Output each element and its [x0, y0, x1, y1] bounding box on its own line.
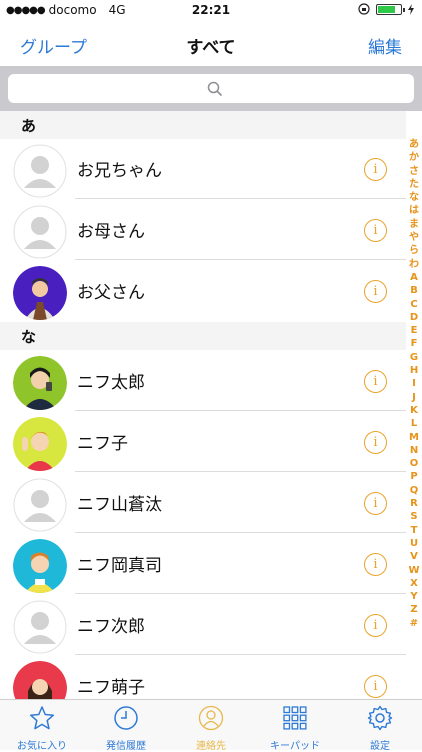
- search-bar: [0, 66, 422, 111]
- tab-bar: お気に入り 発信履歴 連絡先 キーパッド 設定: [0, 699, 422, 752]
- index-letter[interactable]: L: [411, 417, 417, 430]
- contact-name: ニフ太郎: [77, 373, 145, 393]
- contact-name: ニフ子: [77, 434, 128, 454]
- edit-button[interactable]: 編集: [368, 33, 402, 58]
- contact-name: ニフ山蒼汰: [77, 495, 162, 515]
- tab-contacts[interactable]: 連絡先: [169, 700, 253, 752]
- contact-name: お母さん: [77, 222, 145, 242]
- index-letter[interactable]: O: [410, 457, 419, 470]
- index-letter[interactable]: や: [409, 231, 419, 244]
- gear-icon: [367, 705, 393, 731]
- status-right: [358, 3, 414, 15]
- person-icon: [198, 705, 224, 731]
- index-letter[interactable]: J: [412, 391, 416, 404]
- info-icon[interactable]: i: [364, 553, 387, 576]
- index-letter[interactable]: は: [409, 204, 419, 217]
- index-letter[interactable]: R: [410, 497, 418, 510]
- rotation-lock-icon: [358, 3, 370, 15]
- info-icon[interactable]: i: [364, 280, 387, 303]
- search-input[interactable]: [8, 74, 414, 103]
- index-letter[interactable]: N: [410, 444, 418, 457]
- info-icon[interactable]: i: [364, 614, 387, 637]
- info-icon[interactable]: i: [364, 431, 387, 454]
- contact-name: ニフ次郎: [77, 617, 145, 637]
- index-letter[interactable]: Z: [410, 603, 417, 616]
- contact-row[interactable]: お父さん i: [0, 260, 406, 321]
- avatar: [13, 144, 67, 198]
- navigation-bar: グループ すべて 編集: [0, 20, 422, 66]
- star-icon: [29, 706, 55, 730]
- index-letter[interactable]: K: [410, 404, 418, 417]
- tab-favorites[interactable]: お気に入り: [0, 700, 84, 752]
- index-letter[interactable]: P: [410, 470, 417, 483]
- avatar: [13, 266, 67, 320]
- section-header: な: [0, 322, 406, 350]
- index-letter[interactable]: U: [410, 537, 418, 550]
- avatar: [13, 205, 67, 259]
- info-icon[interactable]: i: [364, 370, 387, 393]
- clock-icon: [114, 706, 138, 730]
- index-letter[interactable]: ま: [409, 218, 419, 231]
- index-letter[interactable]: た: [409, 178, 419, 191]
- contact-row[interactable]: ニフ岡真司 i: [0, 533, 406, 594]
- info-icon[interactable]: i: [364, 492, 387, 515]
- section-header: あ: [0, 111, 406, 139]
- index-letter[interactable]: H: [410, 364, 418, 377]
- index-letter[interactable]: B: [410, 284, 418, 297]
- index-letter[interactable]: A: [410, 271, 418, 284]
- info-icon[interactable]: i: [364, 675, 387, 698]
- index-letter[interactable]: T: [411, 524, 418, 537]
- contact-name: お父さん: [77, 283, 145, 303]
- index-letter[interactable]: C: [410, 298, 417, 311]
- keypad-icon: [283, 706, 307, 730]
- tab-recents[interactable]: 発信履歴: [84, 700, 168, 752]
- index-letter[interactable]: Y: [410, 590, 417, 603]
- index-letter[interactable]: M: [409, 431, 419, 444]
- index-letter[interactable]: E: [411, 324, 418, 337]
- index-letter[interactable]: F: [411, 337, 418, 350]
- search-icon: [207, 81, 223, 97]
- index-letter[interactable]: Q: [410, 484, 419, 497]
- avatar: [13, 478, 67, 532]
- index-letter[interactable]: #: [410, 617, 418, 630]
- charging-icon: [408, 3, 414, 15]
- index-letter[interactable]: か: [409, 151, 419, 164]
- page-title: すべて: [186, 38, 236, 58]
- battery-icon: [376, 3, 405, 15]
- index-letter[interactable]: W: [408, 564, 419, 577]
- index-letter[interactable]: さ: [409, 165, 419, 178]
- section-index[interactable]: あかさたなはまやらわ A B C D E F G H I J K L M N O P Q R S T U V W X Y Z #: [406, 138, 422, 630]
- contact-row[interactable]: ニフ太郎 i: [0, 350, 406, 411]
- status-bar: ●●●●● docomo 4G 22:21: [0, 0, 422, 20]
- info-icon[interactable]: i: [364, 219, 387, 242]
- index-letter[interactable]: V: [410, 550, 418, 563]
- avatar: [13, 417, 67, 471]
- index-letter[interactable]: あ: [409, 138, 419, 151]
- contact-name: お兄ちゃん: [77, 161, 162, 181]
- tab-keypad[interactable]: キーパッド: [253, 700, 337, 752]
- contact-row[interactable]: ニフ子 i: [0, 411, 406, 472]
- index-letter[interactable]: S: [410, 510, 417, 523]
- avatar: [13, 356, 67, 410]
- contact-name: ニフ萌子: [77, 678, 145, 698]
- index-letter[interactable]: G: [410, 351, 418, 364]
- index-letter[interactable]: D: [410, 311, 418, 324]
- contact-row[interactable]: お母さん i: [0, 199, 406, 260]
- info-icon[interactable]: i: [364, 158, 387, 181]
- avatar: [13, 539, 67, 593]
- index-letter[interactable]: I: [412, 377, 416, 390]
- tab-settings[interactable]: 設定: [338, 700, 422, 752]
- index-letter[interactable]: ら: [409, 244, 419, 257]
- contact-row[interactable]: お兄ちゃん i: [0, 138, 406, 199]
- contact-name: ニフ岡真司: [77, 556, 162, 576]
- index-letter[interactable]: わ: [409, 258, 419, 271]
- contact-row[interactable]: ニフ次郎 i: [0, 594, 406, 655]
- contact-row[interactable]: ニフ山蒼汰 i: [0, 472, 406, 533]
- index-letter[interactable]: X: [410, 577, 418, 590]
- index-letter[interactable]: な: [409, 191, 419, 204]
- avatar: [13, 600, 67, 654]
